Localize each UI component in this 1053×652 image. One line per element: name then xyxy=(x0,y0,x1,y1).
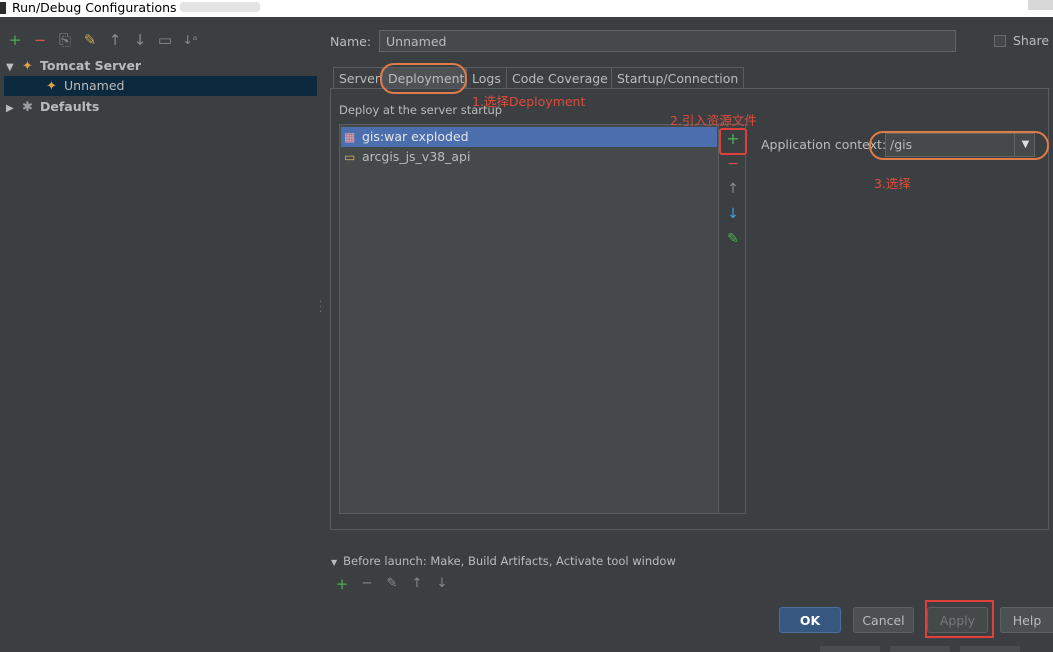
remove-task-button[interactable]: − xyxy=(359,576,375,592)
share-checkbox[interactable] xyxy=(994,35,1006,47)
edit-artifact-button[interactable]: ✎ xyxy=(725,231,741,247)
minus-icon: − xyxy=(361,576,373,591)
move-artifact-up-button[interactable]: ↑ xyxy=(725,181,741,197)
arrow-down-icon: ↓ xyxy=(133,31,147,49)
window-title: Run/Debug Configurations xyxy=(12,0,177,15)
tab-logs[interactable]: Logs xyxy=(466,67,507,89)
name-label: Name: xyxy=(330,34,372,49)
plus-icon: + xyxy=(8,31,22,49)
splitter-handle[interactable]: · · · xyxy=(319,298,323,318)
annotation-box-apply xyxy=(925,600,994,638)
arrow-down-icon: ↓ xyxy=(436,576,448,591)
annotation-box-add xyxy=(719,128,747,155)
add-task-button[interactable]: + xyxy=(334,576,350,592)
wrench-icon: ✎ xyxy=(83,31,97,49)
arrow-down-icon: ↓ xyxy=(727,206,739,222)
tree-node-tomcat-server[interactable]: ▼ ✦ Tomcat Server xyxy=(6,56,141,76)
application-context-label: Application context: xyxy=(761,137,887,152)
move-task-up-button[interactable]: ↑ xyxy=(409,576,425,592)
arrow-up-icon: ↑ xyxy=(411,576,423,591)
collapse-arrow-icon[interactable]: ▶ xyxy=(6,99,22,119)
tree-node-unnamed[interactable]: ✦ Unnamed xyxy=(4,76,317,96)
folder-icon: ▭ xyxy=(157,31,173,49)
name-input[interactable]: Unnamed xyxy=(379,30,956,52)
annotation-step1: 1.选择Deployment xyxy=(472,94,586,109)
tomcat-icon: ✦ xyxy=(22,59,33,74)
move-artifact-down-button[interactable]: ↓ xyxy=(725,206,741,222)
war-artifact-icon: ▦ xyxy=(344,130,356,144)
title-bar: Run/Debug Configurations xyxy=(0,0,1053,17)
before-launch-section[interactable]: ▼ Before launch: Make, Build Artifacts, A… xyxy=(331,554,676,568)
list-item[interactable]: ▦ gis:war exploded xyxy=(341,127,717,147)
annotation-ring-deployment xyxy=(380,63,467,94)
bottom-strip xyxy=(0,643,1053,652)
expand-arrow-icon[interactable]: ▼ xyxy=(331,558,337,567)
add-configuration-button[interactable]: + xyxy=(6,31,24,49)
close-window-button[interactable] xyxy=(1028,0,1053,10)
minus-icon: − xyxy=(33,31,47,49)
share-label: Share xyxy=(1013,33,1050,48)
copy-icon: ⎘ xyxy=(58,31,71,49)
remove-artifact-button[interactable]: − xyxy=(725,156,741,172)
move-up-button[interactable]: ↑ xyxy=(106,31,124,49)
annotation-ring-context xyxy=(869,131,1049,160)
plus-icon: + xyxy=(335,575,349,593)
wrench-icon: ✱ xyxy=(22,100,33,115)
pencil-icon: ✎ xyxy=(386,576,398,591)
arrow-up-icon: ↑ xyxy=(108,31,122,49)
list-item[interactable]: ▭ arcgis_js_v38_api xyxy=(341,147,717,167)
remove-configuration-button[interactable]: − xyxy=(31,31,49,49)
app-icon xyxy=(0,2,6,14)
tab-startup-connection[interactable]: Startup/Connection xyxy=(611,67,745,89)
deployment-list[interactable]: ▦ gis:war exploded ▭ arcgis_js_v38_api xyxy=(339,124,719,514)
minus-icon: − xyxy=(727,156,739,172)
title-blur xyxy=(180,2,260,12)
sort-button[interactable]: ↓ᵃ xyxy=(181,31,199,49)
copy-configuration-button[interactable]: ⎘ xyxy=(56,31,74,49)
sort-icon: ↓ᵃ xyxy=(182,33,198,47)
cancel-button[interactable]: Cancel xyxy=(853,607,914,633)
annotation-step2: 2.引入资源文件 xyxy=(670,113,757,128)
arrow-up-icon: ↑ xyxy=(727,181,739,197)
edit-defaults-button[interactable]: ✎ xyxy=(81,31,99,49)
tab-server[interactable]: Server xyxy=(333,67,386,89)
tomcat-icon: ✦ xyxy=(46,79,57,94)
folder-icon: ▭ xyxy=(344,150,356,164)
folder-button[interactable]: ▭ xyxy=(156,31,174,49)
configuration-tree[interactable]: ▼ ✦ Tomcat Server ✦ Unnamed ▶ ✱ Defaults xyxy=(4,56,317,586)
annotation-step3: 3.选择 xyxy=(874,176,911,191)
tree-node-defaults[interactable]: ▶ ✱ Defaults xyxy=(6,97,99,117)
edit-task-button[interactable]: ✎ xyxy=(384,576,400,592)
ok-button[interactable]: OK xyxy=(779,607,841,633)
expand-arrow-icon[interactable]: ▼ xyxy=(6,58,22,78)
tab-code-coverage[interactable]: Code Coverage xyxy=(506,67,614,89)
pencil-icon: ✎ xyxy=(727,231,739,247)
move-task-down-button[interactable]: ↓ xyxy=(434,576,450,592)
help-button[interactable]: Help xyxy=(1000,607,1053,633)
move-down-button[interactable]: ↓ xyxy=(131,31,149,49)
